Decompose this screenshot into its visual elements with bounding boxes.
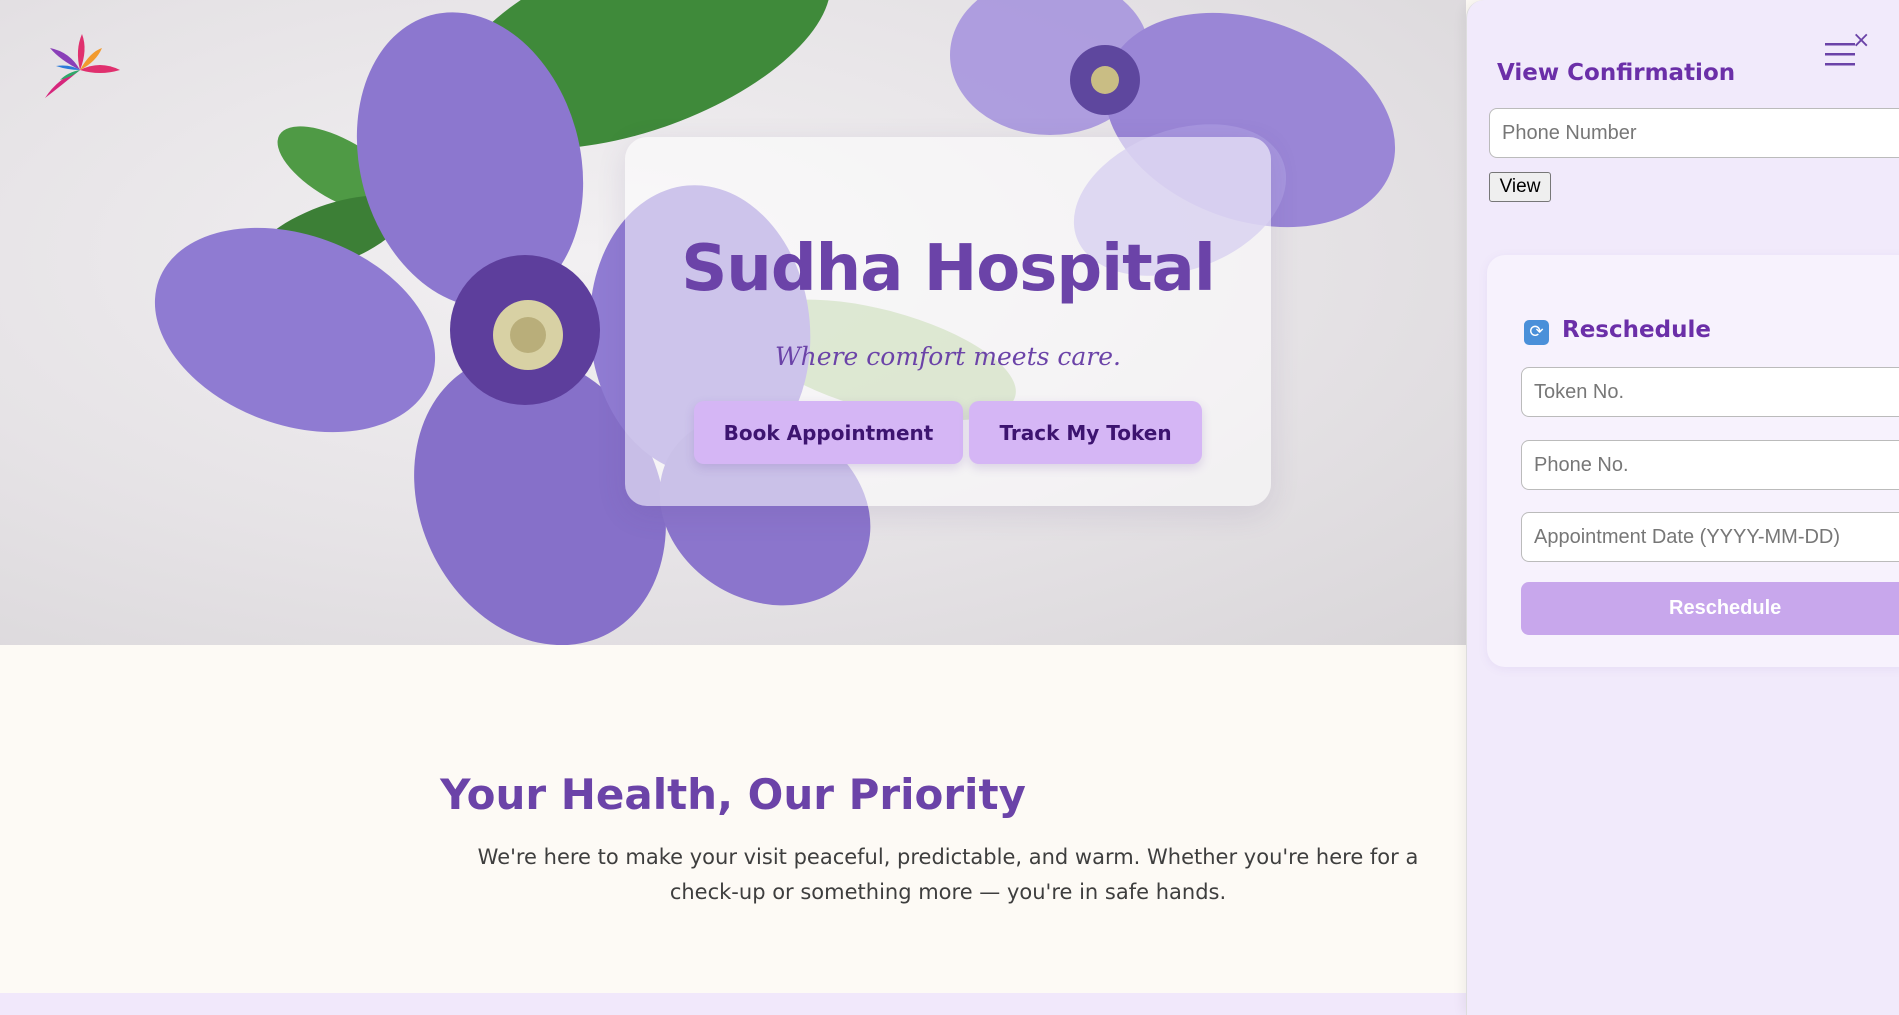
refresh-icon: ⟳ [1524,320,1549,345]
reschedule-phone-input[interactable] [1521,440,1899,490]
view-confirmation-title: View Confirmation [1497,60,1736,86]
next-section-edge [0,993,1466,1015]
hero-tagline: Where comfort meets care. [774,342,1121,371]
view-button[interactable]: View [1489,172,1551,202]
appointment-date-input[interactable] [1521,512,1899,562]
hero-title: Sudha Hospital [681,232,1216,306]
side-panel: × View Confirmation View ⟳ Reschedule Re… [1466,0,1899,1015]
menu-icon[interactable] [1825,40,1855,68]
confirmation-phone-input[interactable] [1489,108,1899,158]
track-token-button[interactable]: Track My Token [969,401,1202,464]
book-appointment-button[interactable]: Book Appointment [694,401,963,464]
close-icon[interactable]: × [1852,30,1870,52]
intro-paragraph: We're here to make your visit peaceful, … [477,845,1419,904]
hospital-logo[interactable] [40,30,125,100]
hero-section: Sudha Hospital Where comfort meets care.… [0,0,1466,645]
hero-card: Sudha Hospital Where comfort meets care.… [625,137,1271,506]
reschedule-title: Reschedule [1562,317,1711,343]
intro-section: Your Health, Our Priority We're here to … [0,645,1466,993]
reschedule-button[interactable]: Reschedule [1521,582,1899,635]
intro-heading: Your Health, Our Priority [440,770,1026,819]
token-number-input[interactable] [1521,367,1899,417]
reschedule-card: ⟳ Reschedule Reschedule [1487,255,1899,667]
